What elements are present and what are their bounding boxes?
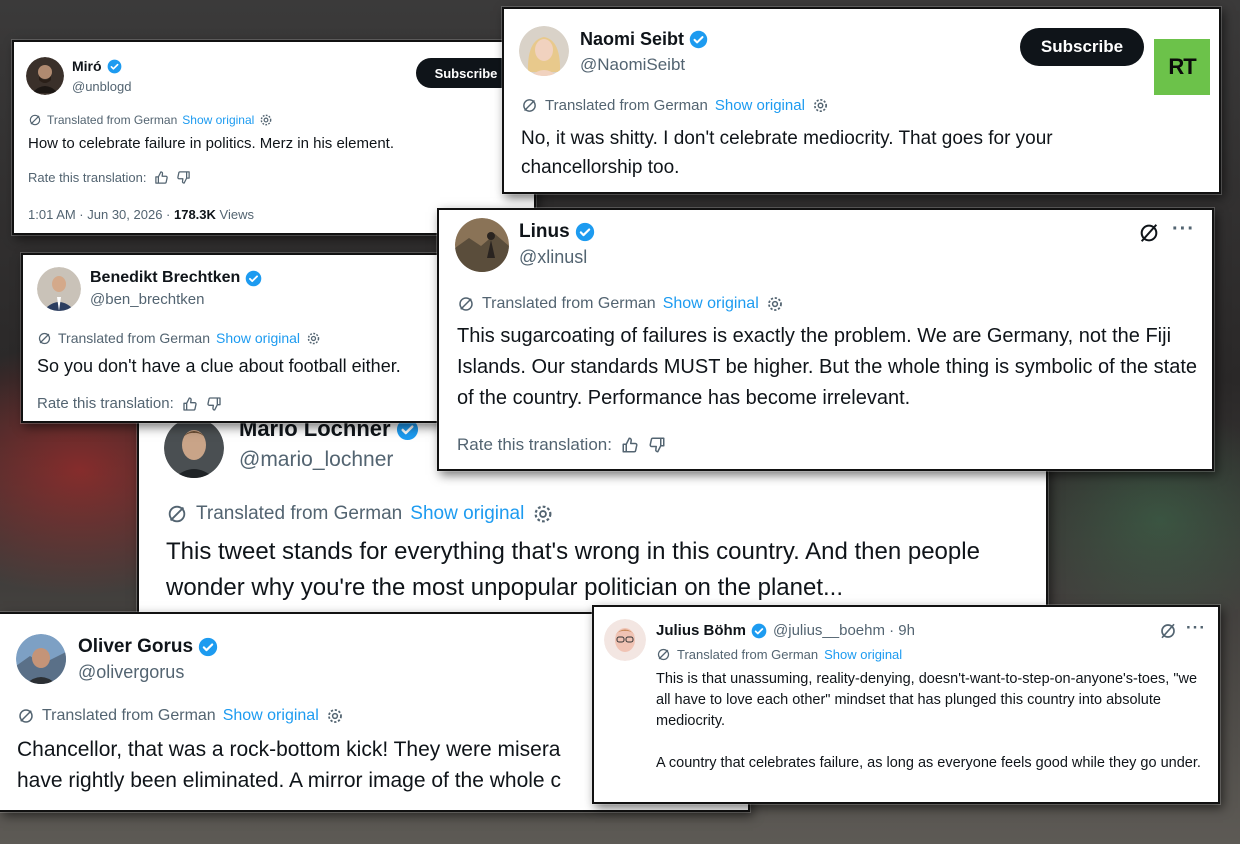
avatar[interactable] — [604, 619, 646, 661]
timestamp-views: 1:01 AM · Jun 30, 2026 · 178.3K Views — [28, 207, 254, 222]
show-original-link[interactable]: Show original — [824, 647, 902, 662]
tweet-text: No, it was shitty. I don't celebrate med… — [521, 128, 1053, 179]
verified-badge-icon — [689, 30, 708, 49]
tweet-text: So you don't have a clue about football … — [37, 356, 401, 376]
translate-icon — [38, 332, 51, 344]
translate-icon — [459, 297, 473, 311]
show-original-link[interactable]: Show original — [182, 113, 254, 127]
verified-badge-icon — [751, 623, 767, 638]
verified-badge-icon — [245, 270, 262, 286]
verified-badge-icon — [198, 637, 218, 657]
author-name[interactable]: Naomi Seibt — [580, 29, 708, 50]
more-options-icon[interactable]: ··· — [1186, 618, 1206, 638]
author-name[interactable]: Linus — [519, 221, 595, 243]
gear-icon[interactable] — [812, 97, 829, 114]
translated-from-german: Translated from German Show original — [28, 113, 273, 127]
grok-icon[interactable] — [1159, 622, 1177, 640]
avatar[interactable] — [519, 26, 569, 76]
tweet-text-line-1: Chancellor, that was a rock-bottom kick!… — [17, 738, 561, 761]
gear-icon[interactable] — [326, 707, 344, 725]
tweet-text-line-2: have rightly been eliminated. A mirror i… — [17, 769, 561, 792]
show-original-link[interactable]: Show original — [410, 503, 524, 525]
gear-icon[interactable] — [766, 295, 784, 313]
thumbs-down-icon[interactable] — [648, 436, 666, 454]
thumbs-down-icon[interactable] — [206, 396, 222, 412]
author-handle[interactable]: @mario_lochner — [239, 448, 393, 472]
author-handle[interactable]: @ben_brechtken — [90, 291, 204, 308]
verified-badge-icon — [107, 59, 121, 73]
author-row: Julius Böhm @julius__boehm · 9h — [656, 622, 915, 639]
gear-icon[interactable] — [306, 331, 321, 346]
author-handle[interactable]: @NaomiSeibt — [580, 55, 685, 75]
thumbs-down-icon[interactable] — [176, 170, 191, 185]
thumbs-up-icon[interactable] — [154, 170, 169, 185]
tweet-text: This sugarcoating of failures is exactly… — [457, 325, 1198, 409]
show-original-link[interactable]: Show original — [663, 295, 759, 313]
grok-icon[interactable] — [1138, 222, 1160, 244]
author-name[interactable]: Benedikt Brechtken — [90, 269, 262, 287]
subscribe-button[interactable]: Subscribe — [416, 58, 516, 88]
translated-from-german: Translated from German Show original — [521, 97, 829, 114]
tweet-text: How to celebrate failure in politics. Me… — [28, 135, 394, 152]
translate-icon — [29, 114, 41, 126]
avatar[interactable] — [26, 57, 64, 95]
author-handle[interactable]: @olivergorus — [78, 662, 184, 683]
tweet-text: This tweet stands for everything that's … — [166, 538, 980, 601]
avatar[interactable] — [37, 267, 81, 311]
tweet-card-naomi-seibt: Naomi Seibt @NaomiSeibt Subscribe RT Tra… — [502, 7, 1221, 194]
tweet-card-miro: Miró @unblogd Subscribe Translated from … — [12, 40, 536, 235]
thumbs-up-icon[interactable] — [621, 436, 639, 454]
avatar[interactable] — [455, 218, 509, 272]
translate-icon — [657, 648, 670, 661]
translated-from-german: Translated from German Show original — [17, 707, 344, 725]
tweet-card-linus: Linus @xlinusl ··· Translated from Germa… — [437, 208, 1214, 471]
translated-from-german: Translated from German Show original — [457, 295, 784, 313]
tweet-card-benedikt-brechtken: Benedikt Brechtken @ben_brechtken Transl… — [21, 253, 477, 423]
rate-translation: Rate this translation: — [457, 435, 666, 455]
tweet-text-paragraph-2: A country that celebrates failure, as lo… — [656, 755, 1201, 771]
subscribe-button[interactable]: Subscribe — [1020, 28, 1144, 66]
author-name[interactable]: Julius Böhm — [656, 622, 767, 639]
translate-icon — [19, 709, 33, 723]
author-handle[interactable]: @xlinusl — [519, 247, 587, 268]
gear-icon[interactable] — [532, 503, 554, 525]
thumbs-up-icon[interactable] — [182, 396, 198, 412]
avatar[interactable] — [164, 418, 224, 478]
verified-badge-icon — [575, 222, 594, 242]
show-original-link[interactable]: Show original — [223, 707, 319, 725]
rt-logo: RT — [1154, 39, 1210, 95]
avatar[interactable] — [16, 634, 66, 684]
rate-translation: Rate this translation: — [37, 395, 222, 412]
tweet-text-paragraph-1: This is that unassuming, reality-denying… — [656, 671, 1198, 730]
rate-translation: Rate this translation: — [28, 170, 191, 185]
gear-icon[interactable] — [259, 113, 273, 127]
author-name[interactable]: Oliver Gorus — [78, 636, 218, 658]
translated-from-german: Translated from German Show original — [166, 503, 554, 525]
tweet-card-julius-boehm: Julius Böhm @julius__boehm · 9h ··· Tran… — [592, 605, 1220, 804]
show-original-link[interactable]: Show original — [216, 330, 300, 346]
translated-from-german: Translated from German Show original — [37, 330, 321, 346]
translate-icon — [523, 99, 536, 112]
more-options-icon[interactable]: ··· — [1172, 218, 1195, 241]
author-handle[interactable]: @unblogd — [72, 79, 131, 94]
author-handle-time[interactable]: @julius__boehm · 9h — [773, 622, 915, 639]
show-original-link[interactable]: Show original — [715, 97, 805, 114]
translate-icon — [168, 505, 186, 523]
translated-from-german: Translated from German Show original — [656, 647, 902, 662]
author-name[interactable]: Miró — [72, 58, 122, 74]
